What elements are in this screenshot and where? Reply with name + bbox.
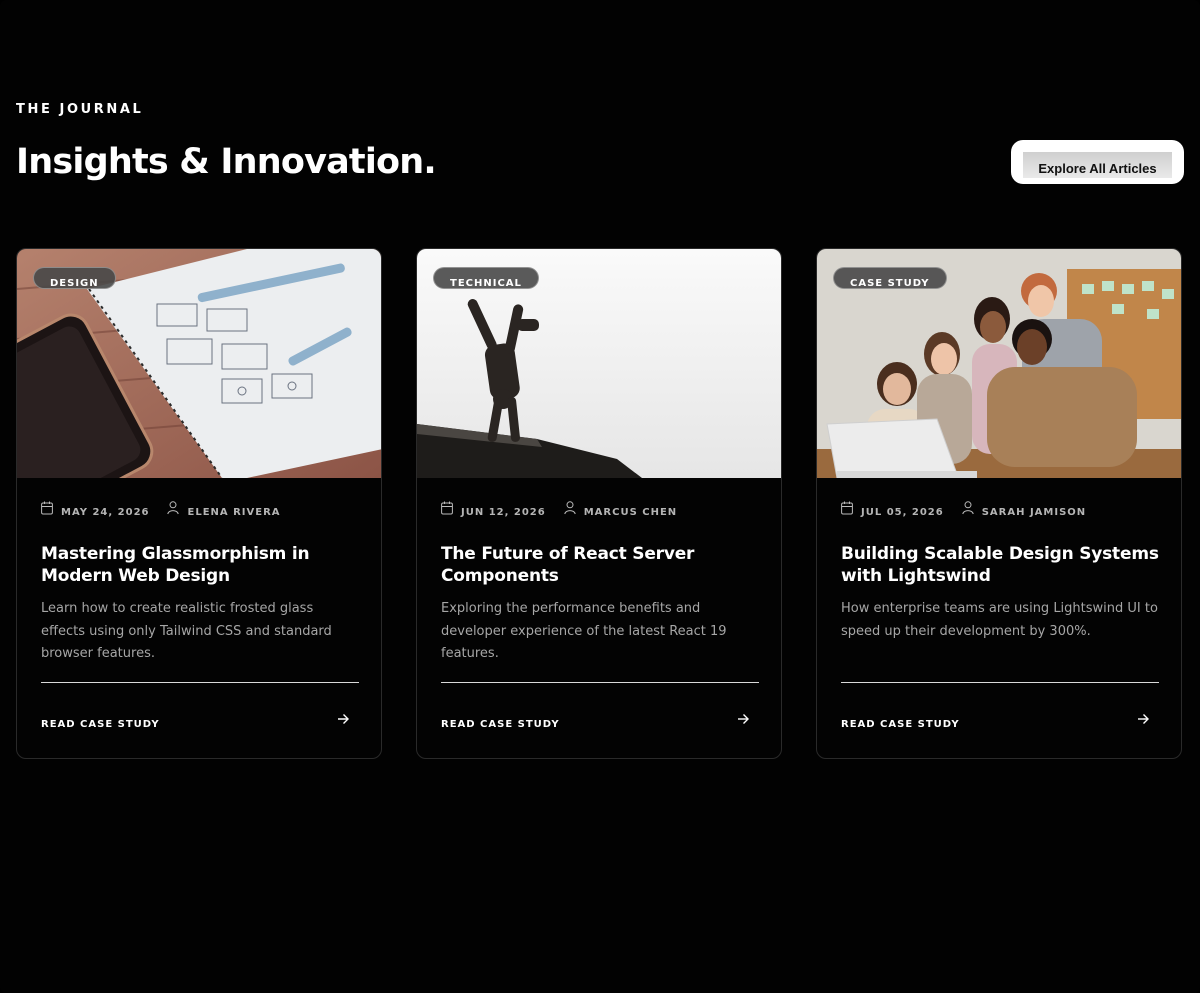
read-case-study-link[interactable]: READ CASE STUDY [41,719,160,730]
read-case-study-link[interactable]: READ CASE STUDY [841,719,960,730]
section-title: Insights & Innovation. [16,142,437,182]
user-icon [962,501,974,515]
article-card[interactable]: CASE STUDY JUL 05, 2026 SARAH JAMISON Bu… [816,248,1182,759]
category-badge: DESIGN [33,267,116,289]
category-badge: CASE STUDY [833,267,947,289]
article-meta: JUN 12, 2026 MARCUS CHEN [441,501,678,520]
calendar-icon [41,501,53,515]
article-author: SARAH JAMISON [981,506,1087,518]
article-date: JUN 12, 2026 [461,506,546,518]
article-title[interactable]: Building Scalable Design Systems with Li… [841,543,1161,587]
section-eyebrow: THE JOURNAL [16,102,144,117]
article-image-handstand-rooftop: TECHNICAL [417,249,781,478]
article-image-wireframe-sketch: DESIGN [17,249,381,478]
calendar-icon [841,501,853,515]
arrow-right-icon[interactable] [335,711,351,727]
user-icon [167,501,180,515]
explore-all-articles-label: Explore All Articles [1038,161,1157,176]
card-divider [441,682,759,683]
article-image-team-laptop: CASE STUDY [817,249,1181,478]
article-date: JUL 05, 2026 [861,506,944,518]
read-case-study-link[interactable]: READ CASE STUDY [441,719,560,730]
card-divider [41,682,359,683]
article-excerpt: Learn how to create realistic frosted gl… [41,601,332,661]
arrow-right-icon[interactable] [1135,711,1151,727]
article-date: MAY 24, 2026 [61,506,150,518]
article-meta: MAY 24, 2026 ELENA RIVERA [41,501,281,520]
article-card[interactable]: DESIGN MAY 24, 2026 ELENA RIVERA Masteri… [16,248,382,759]
category-badge: TECHNICAL [433,267,539,289]
article-meta: JUL 05, 2026 SARAH JAMISON [841,501,1087,520]
article-card[interactable]: TECHNICAL JUN 12, 2026 MARCUS CHEN The F… [416,248,782,759]
card-divider [841,682,1159,683]
article-title[interactable]: Mastering Glassmorphism in Modern Web De… [41,543,361,587]
calendar-icon [441,501,453,515]
arrow-right-icon[interactable] [735,711,751,727]
article-author: ELENA RIVERA [187,506,281,518]
article-excerpt: Exploring the performance benefits and d… [441,601,727,661]
article-excerpt: How enterprise teams are using Lightswin… [841,601,1158,639]
article-author: MARCUS CHEN [583,506,678,518]
explore-all-articles-button[interactable]: Explore All Articles [1011,140,1184,184]
user-icon [564,501,576,515]
journal-section: THE JOURNAL Insights & Innovation. Explo… [0,0,1200,993]
article-title[interactable]: The Future of React Server Components [441,543,761,587]
